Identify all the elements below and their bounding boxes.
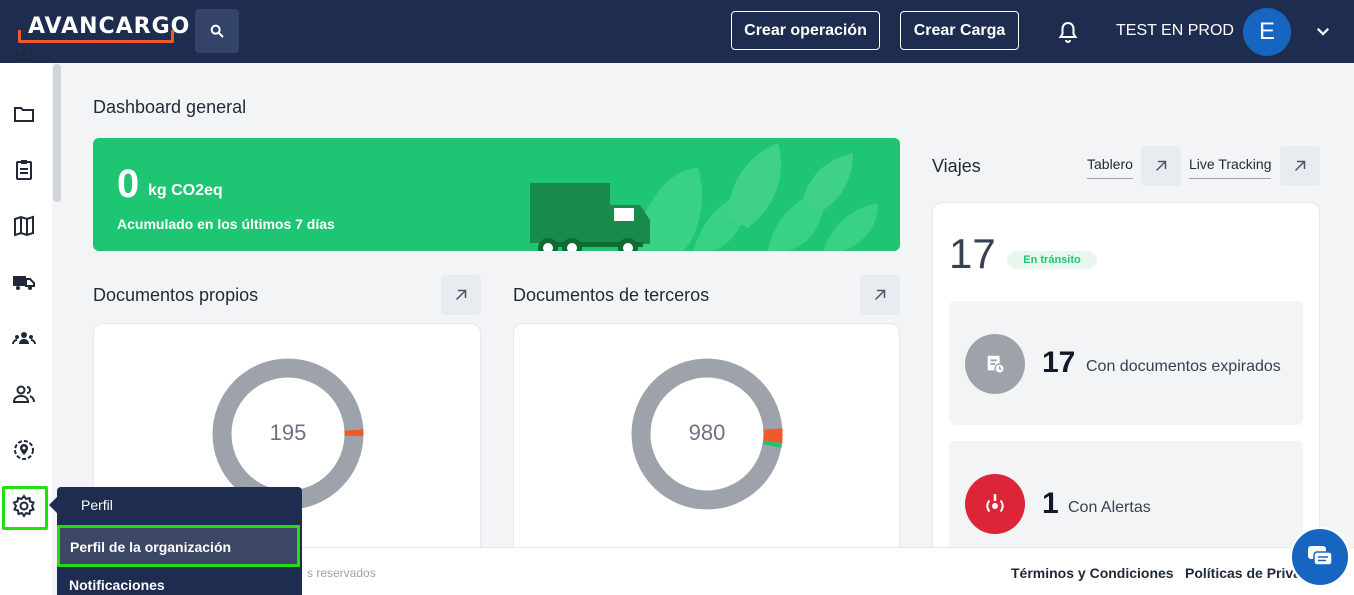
menu-item-organization-profile[interactable]: Perfil de la organización	[57, 525, 300, 567]
search-button[interactable]	[195, 9, 239, 53]
map-icon[interactable]	[12, 214, 36, 238]
status-badge: En tránsito	[1007, 251, 1097, 269]
third-party-documents-total: 980	[688, 420, 726, 445]
own-documents-total: 195	[269, 420, 307, 445]
privacy-link[interactable]: Políticas de Priva	[1185, 565, 1301, 581]
alerts-card[interactable]: 1 Con Alertas	[949, 441, 1303, 551]
terms-link[interactable]: Términos y Condiciones	[1011, 565, 1174, 581]
avatar[interactable]: E	[1243, 8, 1291, 56]
dashboard-link[interactable]: Tablero	[1087, 156, 1133, 179]
alerts-count: 1	[1042, 487, 1059, 520]
settings-menu: Perfil Perfil de la organización Notific…	[49, 487, 302, 595]
co2-subtitle: Acumulado en los últimos 7 días	[117, 216, 335, 232]
arrow-up-right-icon	[455, 289, 467, 301]
truck-illustration	[530, 143, 878, 251]
live-tracking-link[interactable]: Live Tracking	[1189, 156, 1272, 179]
footer-copyright: s reservados	[307, 566, 376, 580]
top-navbar: AVANCARGO Crear operación Crear Carga TE…	[0, 0, 1354, 63]
expired-docs-badge	[965, 334, 1025, 394]
avancargo-logo[interactable]: AVANCARGO	[18, 14, 189, 44]
co2-banner: 0 kg CO2eq Acumulado en los últimos 7 dí…	[93, 138, 900, 251]
location-icon[interactable]	[12, 438, 36, 462]
page-title: Dashboard general	[93, 97, 247, 117]
dashboard-open-button[interactable]	[1141, 146, 1181, 186]
menu-item-notifications[interactable]: Notificaciones	[69, 577, 314, 593]
users-icon[interactable]	[12, 382, 36, 406]
alerts-label: Con Alertas	[1068, 499, 1151, 516]
logo-text: AVANCARGO	[28, 14, 191, 39]
bell-icon[interactable]	[1056, 20, 1080, 44]
document-clock-icon	[987, 355, 1005, 374]
chat-button[interactable]	[1290, 527, 1350, 587]
chat-icon	[1308, 546, 1333, 566]
third-party-documents-open-button[interactable]	[860, 275, 900, 315]
alerts-badge	[965, 474, 1025, 534]
gear-icon[interactable]	[12, 494, 36, 518]
create-load-button[interactable]: Crear Carga	[900, 11, 1019, 50]
co2-unit: kg CO2eq	[148, 182, 223, 199]
alert-signal-icon	[986, 494, 1004, 513]
user-name[interactable]: TEST EN PROD	[1116, 22, 1234, 40]
arrow-up-right-icon	[1155, 160, 1167, 172]
chevron-down-icon[interactable]	[1314, 22, 1332, 40]
folder-icon[interactable]	[12, 102, 36, 126]
co2-value: 0	[117, 162, 140, 206]
expired-docs-count: 17	[1042, 346, 1076, 379]
own-documents-title: Documentos propios	[93, 285, 259, 305]
sidebar-scrollbar-thumb[interactable]	[53, 64, 61, 202]
menu-item-profile[interactable]: Perfil	[81, 497, 326, 513]
own-documents-open-button[interactable]	[441, 275, 481, 315]
clipboard-check-icon[interactable]	[12, 50, 36, 66]
truck-icon[interactable]	[12, 270, 36, 294]
trips-title: Viajes	[932, 156, 981, 176]
team-icon[interactable]	[12, 326, 36, 350]
in-transit-count: 17	[949, 230, 996, 277]
expired-docs-label: Con documentos expirados	[1086, 358, 1281, 375]
third-party-documents-title: Documentos de terceros	[513, 285, 710, 305]
search-icon	[210, 24, 224, 38]
expired-docs-card[interactable]: 17 Con documentos expirados	[949, 301, 1303, 425]
third-party-documents-card: 980	[513, 323, 900, 563]
live-tracking-open-button[interactable]	[1280, 146, 1320, 186]
arrow-up-right-icon	[874, 289, 886, 301]
create-operation-button[interactable]: Crear operación	[731, 11, 880, 50]
clipboard-list-icon[interactable]	[12, 158, 36, 182]
arrow-up-right-icon	[1294, 160, 1306, 172]
